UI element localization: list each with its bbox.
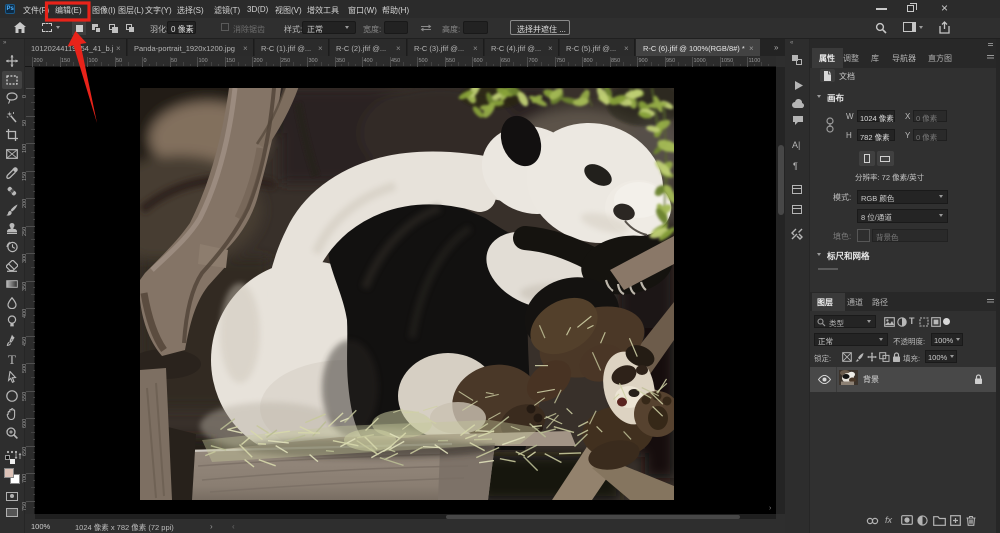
svg-text:T: T [8, 353, 16, 365]
